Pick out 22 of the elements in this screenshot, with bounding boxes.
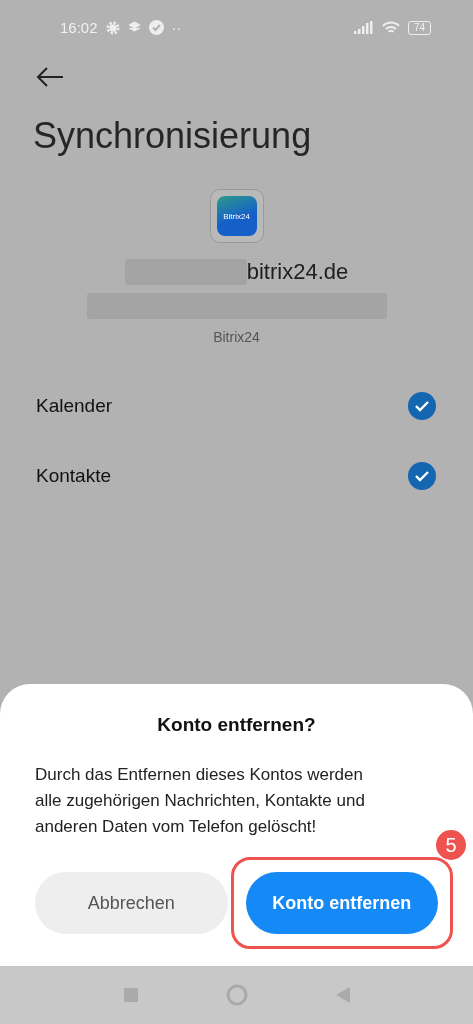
checkbox[interactable] — [407, 461, 437, 491]
account-email: bitrix24.de — [246, 259, 349, 285]
remove-account-button[interactable]: Konto entfernen — [245, 872, 438, 934]
account-type: Bitrix24 — [213, 329, 260, 345]
more-indicator: ·· — [171, 19, 182, 36]
cancel-button[interactable]: Abbrechen — [35, 872, 228, 934]
wifi-icon — [381, 20, 400, 35]
check-circle-icon — [148, 20, 164, 35]
battery-indicator: 74 — [407, 20, 431, 35]
app-icon: Bitrix24 — [209, 189, 264, 243]
dialog-message: Durch das Entfernen dieses Kontos werden alle zugehörigen Nachrichten, Kontakte und anderen Daten vom Telefon gelöscht! — [35, 764, 366, 838]
step-badge: 5 — [436, 830, 466, 860]
sync-label: Kalender — [36, 395, 113, 417]
layers-icon — [127, 21, 141, 34]
checkbox[interactable] — [407, 391, 437, 421]
page-title: Synchronisierung — [33, 115, 313, 157]
dialog-title: Konto entfernen? — [157, 714, 316, 736]
sync-label: Kontakte — [36, 465, 111, 487]
status-time: 16:02 — [60, 19, 98, 36]
signal-icon — [353, 21, 374, 34]
back-arrow-icon[interactable] — [36, 67, 64, 87]
gear-icon — [105, 20, 120, 35]
